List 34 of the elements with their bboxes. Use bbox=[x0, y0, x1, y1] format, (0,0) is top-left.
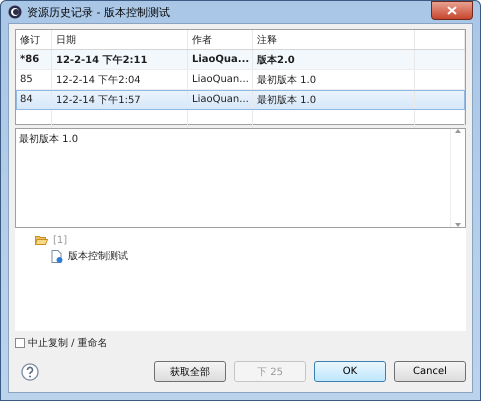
close-icon bbox=[447, 6, 457, 15]
tree-item[interactable]: 版本控制测试 bbox=[68, 249, 128, 263]
table-cell: 最初版本 1.0 bbox=[253, 70, 415, 89]
table-row[interactable]: 84 12-2-14 下午1:57 LiaoQuan... 最初版本 1.0 bbox=[16, 90, 465, 110]
close-button[interactable] bbox=[431, 1, 473, 20]
dialog-button[interactable]: 获取全部 bbox=[154, 361, 226, 382]
table-cell: LiaoQuan... bbox=[188, 70, 253, 89]
table-cell: 12-2-14 下午2:11 bbox=[52, 50, 188, 69]
column-header[interactable]: 修订 bbox=[16, 30, 52, 49]
table-cell: *86 bbox=[16, 50, 52, 69]
table-cell: 12-2-14 下午1:57 bbox=[52, 90, 188, 109]
table-cell: 12-2-14 下午2:04 bbox=[52, 70, 188, 89]
checkbox-label[interactable]: 中止复制 / 重命名 bbox=[28, 336, 108, 350]
comment-text: 最初版本 1.0 bbox=[19, 134, 78, 145]
table-cell: LiaoQua... bbox=[188, 50, 253, 69]
file-icon bbox=[51, 250, 63, 262]
dialog-button[interactable]: Cancel bbox=[394, 361, 466, 382]
table-cell: 最初版本 1.0 bbox=[253, 90, 415, 109]
table-cell: 85 bbox=[16, 70, 52, 89]
app-icon bbox=[8, 5, 22, 19]
window-title: 资源历史记录 - 版本控制测试 bbox=[27, 4, 170, 20]
help-icon[interactable] bbox=[21, 362, 39, 380]
comment-area[interactable]: 最初版本 1.0 bbox=[15, 128, 466, 228]
table-cell: 84 bbox=[16, 90, 52, 109]
scroll-up-icon[interactable] bbox=[455, 129, 461, 133]
folder-icon bbox=[35, 235, 48, 245]
checkbox[interactable] bbox=[15, 338, 25, 348]
column-header[interactable]: 作者 bbox=[188, 30, 253, 49]
column-header[interactable]: 日期 bbox=[52, 30, 188, 49]
table-cell: LiaoQuan... bbox=[188, 90, 253, 109]
table-cell: 版本2.0 bbox=[253, 50, 415, 69]
dialog-button[interactable]: OK bbox=[314, 361, 386, 382]
table-row[interactable]: *86 12-2-14 下午2:11 LiaoQua... 版本2.0 bbox=[16, 50, 465, 70]
column-header[interactable]: 注释 bbox=[253, 30, 415, 49]
